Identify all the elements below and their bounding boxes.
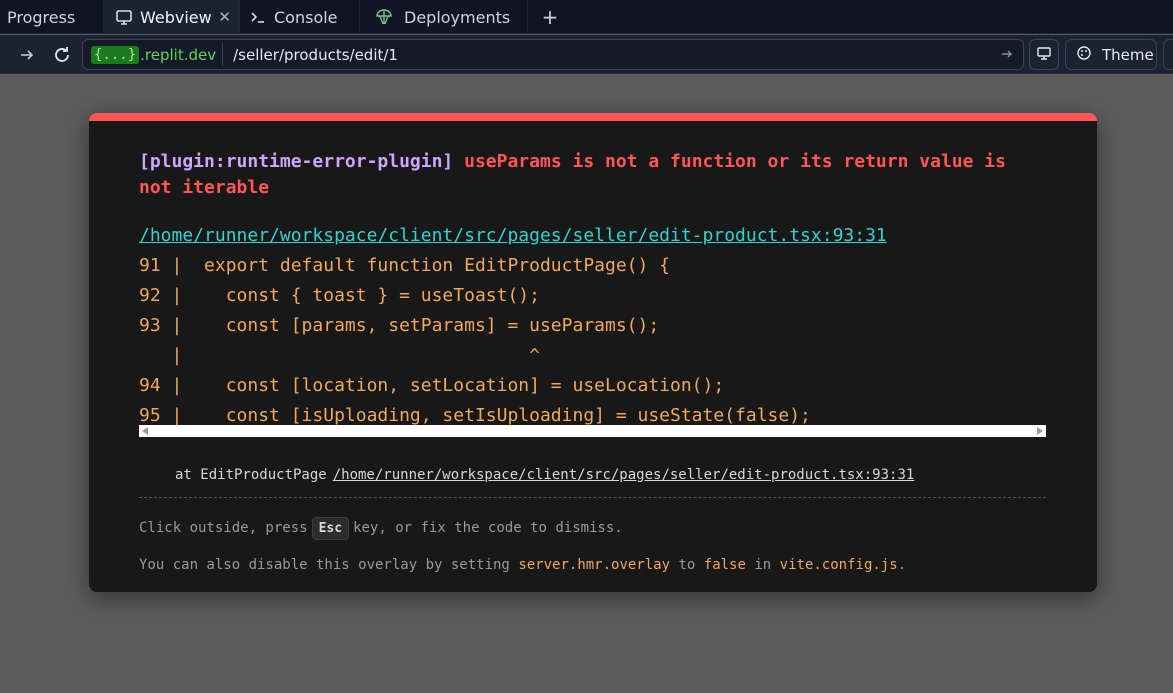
tab-label: Progress xyxy=(7,7,76,27)
code-line: 92 | const { toast } = useToast(); xyxy=(139,285,540,306)
stack-prefix: at EditProductPage xyxy=(175,467,327,483)
monitor-icon xyxy=(114,7,134,27)
tab-label: Console xyxy=(274,7,338,27)
go-arrow-icon[interactable] xyxy=(999,46,1015,66)
theme-button[interactable]: Theme xyxy=(1065,39,1157,70)
palette-icon xyxy=(1076,45,1092,65)
tip-text: in xyxy=(754,557,772,573)
stack-trace: at EditProductPage/home/runner/workspace… xyxy=(175,467,914,483)
code-frame[interactable]: 91 | export default function EditProduct… xyxy=(139,251,1046,445)
scroll-left-arrow-icon[interactable] xyxy=(142,427,148,435)
tab-progress[interactable]: Progress xyxy=(0,0,104,34)
url-field[interactable]: {...} .replit.dev /seller/products/edit/… xyxy=(82,39,1024,70)
tip-text: . xyxy=(897,557,907,573)
tab-deployments[interactable]: Deployments xyxy=(360,0,528,34)
config-value: false xyxy=(703,557,746,573)
disable-tip: You can also disable this overlay by set… xyxy=(139,557,906,573)
overflow-button[interactable] xyxy=(1163,39,1173,70)
horizontal-scrollbar[interactable] xyxy=(139,425,1046,437)
error-overlay: [plugin:runtime-error-plugin] useParams … xyxy=(89,113,1097,592)
tab-bar: Progress Webview ✕ Console Deployments + xyxy=(0,0,1173,34)
devtools-button[interactable] xyxy=(1029,39,1059,70)
error-message: [plugin:runtime-error-plugin] useParams … xyxy=(139,149,1039,201)
close-icon[interactable]: ✕ xyxy=(218,8,231,26)
divider xyxy=(139,497,1046,498)
tab-label: Deployments xyxy=(404,7,511,27)
tab-console[interactable]: Console xyxy=(240,0,360,34)
forward-arrow-icon[interactable] xyxy=(16,44,38,66)
tip-text: You can also disable this overlay by set… xyxy=(139,557,510,573)
domain-host: .replit.dev xyxy=(140,45,217,64)
dismiss-tip: Click outside, press Esc key, or fix the c… xyxy=(139,517,623,540)
url-path[interactable]: /seller/products/edit/1 xyxy=(233,46,398,64)
reload-icon[interactable] xyxy=(51,44,73,66)
tab-label: Webview xyxy=(140,7,212,27)
code-line: 94 | const [location, setLocation] = use… xyxy=(139,375,725,396)
config-file: vite.config.js xyxy=(779,557,898,573)
code-line: 93 | const [params, setParams] = usePara… xyxy=(139,315,660,336)
stack-location-link[interactable]: /home/runner/workspace/client/src/pages/… xyxy=(333,467,915,483)
monitor-icon xyxy=(1036,45,1052,65)
theme-label: Theme xyxy=(1102,45,1154,64)
error-file-link[interactable]: /home/runner/workspace/client/src/pages/… xyxy=(139,225,887,246)
tab-webview[interactable]: Webview ✕ xyxy=(104,0,240,34)
config-key: server.hmr.overlay xyxy=(518,557,671,573)
domain-chip: {...} xyxy=(91,45,140,64)
code-line: 91 | export default function EditProduct… xyxy=(139,255,671,276)
address-bar: {...} .replit.dev /seller/products/edit/… xyxy=(0,35,1173,74)
domain-badge[interactable]: {...} .replit.dev xyxy=(87,43,224,66)
tip-text: to xyxy=(678,557,696,573)
scroll-right-arrow-icon[interactable] xyxy=(1037,427,1043,435)
error-plugin: [plugin:runtime-error-plugin] xyxy=(139,151,454,172)
tip-text: Click outside, press xyxy=(139,520,308,536)
terminal-prompt-icon xyxy=(248,7,268,27)
esc-key: Esc xyxy=(311,517,350,540)
deploy-balloon-icon xyxy=(374,7,394,27)
code-line: | ^ xyxy=(139,345,540,366)
new-tab-button[interactable]: + xyxy=(528,0,572,34)
tip-text: key, or fix the code to dismiss. xyxy=(353,520,623,536)
